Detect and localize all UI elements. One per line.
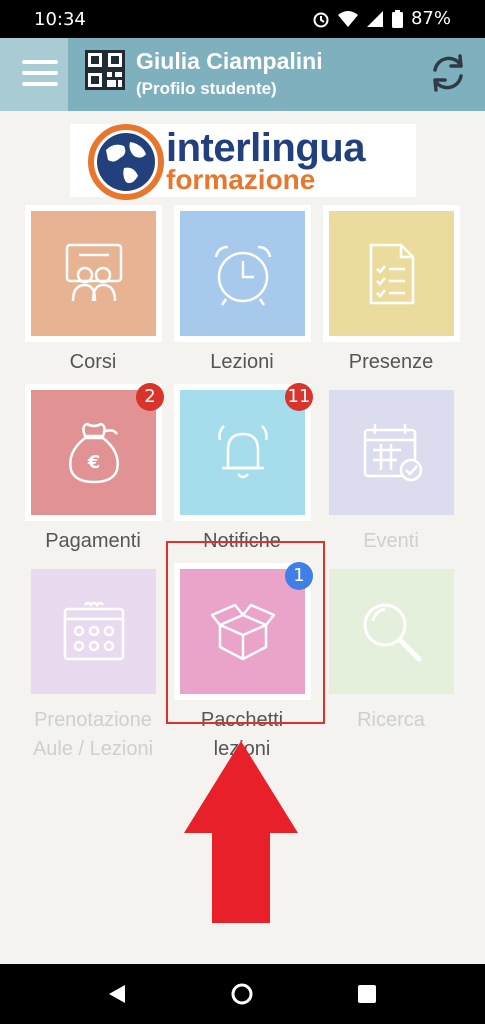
hamburger-icon-line (22, 82, 58, 86)
battery-icon (391, 9, 403, 28)
tile-corsi[interactable] (25, 205, 162, 342)
logo-text-sub: formazione (166, 164, 316, 195)
tile-prenotazione[interactable] (25, 563, 162, 700)
classroom-icon (65, 243, 122, 301)
checklist-document-icon (369, 243, 414, 304)
tile-pagamenti-bg: € (31, 390, 156, 515)
tile-ricerca[interactable] (323, 563, 460, 700)
system-nav-bar (0, 964, 485, 1024)
pagamenti-badge: 2 (136, 383, 164, 411)
home-icon[interactable] (230, 982, 254, 1006)
bell-icon (217, 424, 268, 478)
tile-presenze-bg (329, 211, 454, 336)
notifiche-badge: 11 (285, 383, 313, 411)
tile-prenotazione-bg (31, 569, 156, 694)
globe-logo-icon (88, 124, 164, 200)
status-icons: 87% (312, 8, 451, 29)
tile-prenotazione-label-line1: Prenotazione (34, 709, 152, 731)
calendar-grid-icon (63, 601, 124, 660)
tile-presenze-label: Presenze (348, 351, 434, 373)
highlight-box (166, 541, 325, 724)
tile-prenotazione-label: Prenotazione Aule / Lezioni (18, 706, 168, 764)
tile-prenotazione-label-line2: Aule / Lezioni (32, 738, 154, 760)
status-bar: 10:34 87% (0, 0, 485, 38)
tile-presenze[interactable] (323, 205, 460, 342)
app-header: Giulia Ciampalini (Profilo studente) (0, 38, 485, 111)
battery-level: 87% (410, 8, 451, 29)
signal-icon (366, 10, 383, 27)
user-name: Giulia Ciampalini (136, 48, 323, 74)
magnifier-icon (363, 603, 421, 661)
hamburger-icon-line (22, 71, 58, 75)
tile-eventi-label: Eventi (363, 530, 419, 552)
hamburger-icon (22, 60, 58, 64)
tile-lezioni[interactable] (174, 205, 311, 342)
wifi-icon (337, 10, 358, 27)
calendar-check-icon (363, 423, 422, 481)
back-icon[interactable] (107, 984, 127, 1004)
user-role: (Profilo studente) (136, 79, 277, 98)
tile-notifiche-bg (180, 390, 305, 515)
tile-corsi-bg (31, 211, 156, 336)
recents-icon[interactable] (358, 985, 376, 1003)
alarm-clock-icon (214, 245, 271, 306)
tile-eventi[interactable] (323, 384, 460, 521)
money-bag-euro-icon: € (68, 422, 119, 483)
tile-ricerca-bg (329, 569, 454, 694)
alarm-status-icon (313, 12, 329, 27)
qr-code-icon[interactable] (85, 50, 125, 90)
tile-eventi-bg (329, 390, 454, 515)
refresh-icon[interactable] (427, 52, 469, 94)
status-time: 10:34 (34, 9, 86, 30)
menu-button[interactable] (0, 38, 68, 111)
svg-text:€: € (86, 452, 100, 473)
tile-lezioni-bg (180, 211, 305, 336)
tile-pagamenti-label: Pagamenti (45, 530, 141, 552)
tile-lezioni-label: Lezioni (210, 351, 274, 373)
company-logo: interlingua formazione (70, 124, 416, 200)
tile-ricerca-label: Ricerca (357, 709, 425, 731)
red-arrow-annotation (184, 741, 298, 923)
tile-corsi-label: Corsi (69, 351, 117, 373)
